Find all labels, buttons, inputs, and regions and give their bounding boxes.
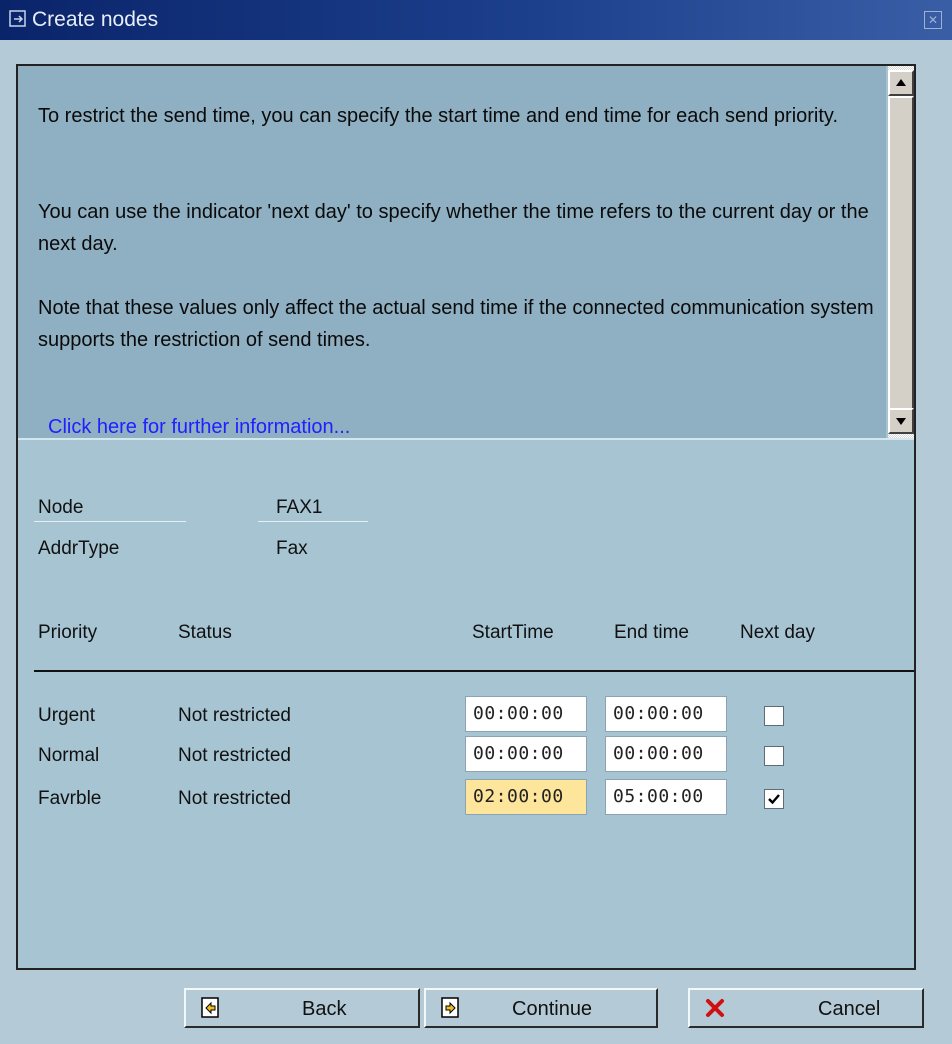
row-normal-priority: Normal — [38, 745, 100, 766]
node-label-underline — [34, 521, 186, 522]
cancel-button[interactable]: Cancel — [688, 988, 924, 1028]
info-text-area: To restrict the send time, you can speci… — [18, 66, 886, 438]
continue-button-label: Continue — [512, 998, 593, 1020]
row-favrble-priority: Favrble — [38, 788, 102, 809]
info-paragraph-3: Note that these values only affect the a… — [38, 297, 874, 351]
row-urgent-next-day-checkbox[interactable] — [764, 706, 784, 726]
header-status: Status — [178, 622, 232, 643]
info-paragraph-1: To restrict the send time, you can speci… — [38, 105, 838, 127]
info-scrollbar[interactable] — [888, 66, 914, 438]
scroll-thumb[interactable] — [888, 96, 914, 411]
scroll-up-button[interactable] — [888, 70, 914, 96]
header-next-day: Next day — [740, 622, 815, 643]
row-favrble-end-input[interactable]: 05:00:00 — [605, 779, 727, 815]
back-arrow-icon — [201, 997, 219, 1018]
window-title: Create nodes — [32, 8, 159, 31]
row-normal-start-input[interactable]: 00:00:00 — [465, 736, 587, 772]
row-favrble-start-input[interactable]: 02:00:00 — [465, 779, 587, 815]
row-normal-end-input[interactable]: 00:00:00 — [605, 736, 727, 772]
section-divider — [18, 438, 914, 440]
row-urgent-end-input[interactable]: 00:00:00 — [605, 696, 727, 732]
checkmark-icon — [768, 794, 780, 805]
window-icon — [9, 10, 26, 27]
row-urgent-status: Not restricted — [178, 705, 291, 726]
header-priority: Priority — [38, 622, 98, 643]
row-favrble-status: Not restricted — [178, 788, 291, 809]
node-value: FAX1 — [276, 497, 323, 518]
back-button[interactable]: Back — [184, 988, 420, 1028]
node-value-underline — [258, 521, 368, 522]
arrow-up-icon — [896, 79, 906, 86]
info-paragraph-2: You can use the indicator 'next day' to … — [38, 201, 869, 255]
cancel-x-icon — [706, 999, 724, 1017]
cancel-button-label: Cancel — [818, 998, 881, 1020]
header-end-time: End time — [614, 622, 689, 643]
continue-arrow-icon — [441, 997, 459, 1018]
table-header-rule — [34, 670, 914, 672]
header-start-time: StartTime — [472, 622, 554, 643]
row-favrble-next-day-checkbox[interactable] — [764, 789, 784, 809]
further-info-link[interactable]: Click here for further information... — [48, 416, 350, 438]
row-urgent-start-input[interactable]: 00:00:00 — [465, 696, 587, 732]
addrtype-label: AddrType — [38, 538, 120, 559]
arrow-down-icon — [896, 418, 906, 425]
continue-button[interactable]: Continue — [424, 988, 658, 1028]
row-urgent-priority: Urgent — [38, 705, 96, 726]
row-normal-status: Not restricted — [178, 745, 291, 766]
back-button-label: Back — [302, 998, 347, 1020]
scroll-down-button[interactable] — [888, 408, 914, 434]
close-icon[interactable]: ✕ — [924, 11, 942, 29]
row-normal-next-day-checkbox[interactable] — [764, 746, 784, 766]
addrtype-value: Fax — [276, 538, 308, 559]
node-label: Node — [38, 497, 84, 518]
title-bar: Create nodes ✕ — [0, 0, 952, 40]
